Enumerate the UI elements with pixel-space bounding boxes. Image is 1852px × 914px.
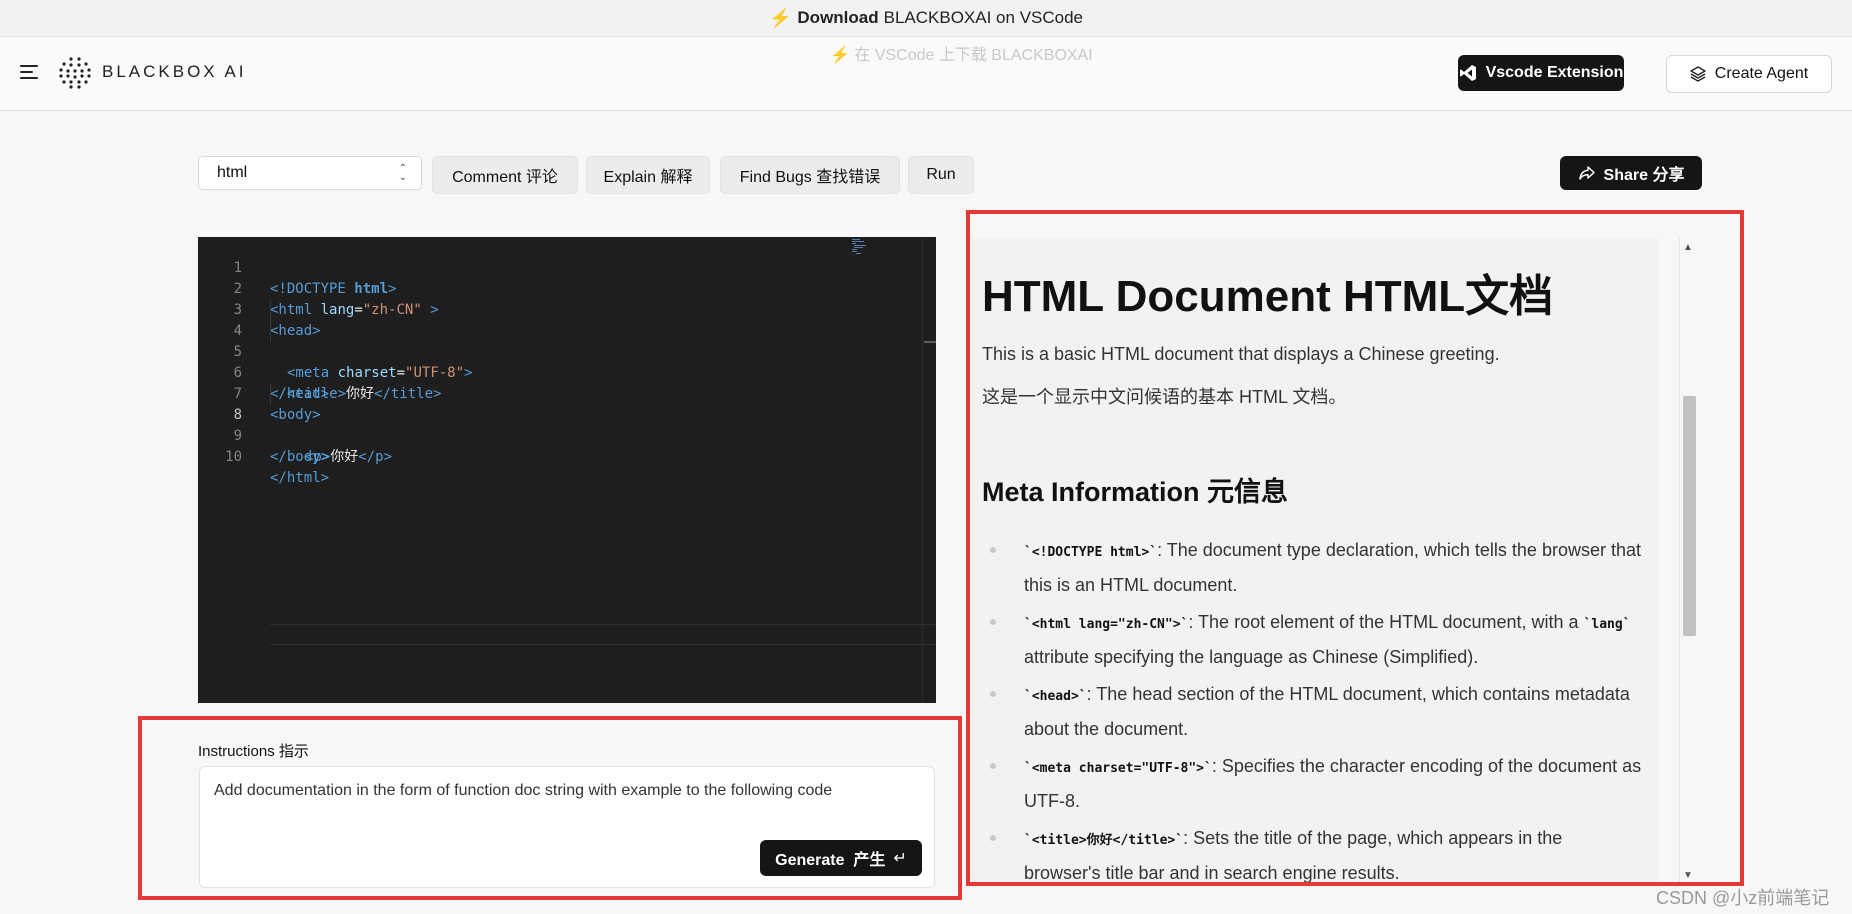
instructions-label: Instructions 指示 bbox=[198, 743, 309, 760]
vscode-extension-button[interactable]: Vscode Extension bbox=[1458, 55, 1624, 91]
code-line: 9 </body> bbox=[233, 428, 330, 465]
site-header: ⚡ 在 VSCode 上下载 BLACKBOXAI BLACKBOX AI Vs… bbox=[0, 37, 1852, 111]
list-item: `<head>`: The head section of the HTML d… bbox=[982, 678, 1642, 745]
meta-heading: Meta Information 元信息 bbox=[982, 477, 1289, 507]
code-line: 5 <title>你好</title> bbox=[198, 321, 441, 402]
output-intro-en: This is a basic HTML document that displ… bbox=[982, 344, 1500, 364]
share-label: Share 分享 bbox=[1603, 167, 1685, 184]
lightning-icon: ⚡ bbox=[768, 7, 792, 28]
vscode-extension-label: Vscode Extension bbox=[1485, 64, 1624, 81]
banner-ghost-text: ⚡ 在 VSCode 上下载 BLACKBOXAI bbox=[830, 47, 1093, 64]
code-line-current: 8 <p>你好</p> bbox=[198, 384, 392, 465]
layers-icon bbox=[1690, 66, 1706, 82]
instructions-text[interactable]: Add documentation in the form of functio… bbox=[214, 782, 832, 800]
hamburger-menu-icon[interactable] bbox=[20, 65, 38, 79]
code-line: 1 <!DOCTYPE html> bbox=[233, 260, 397, 297]
current-line-highlight bbox=[270, 624, 936, 645]
banner-prefix: Download bbox=[797, 8, 879, 27]
download-banner[interactable]: ⚡ Download BLACKBOXAI on VSCode bbox=[0, 0, 1852, 37]
vscode-icon bbox=[1459, 65, 1476, 81]
list-item: `<!DOCTYPE html>`: The document type dec… bbox=[982, 534, 1642, 601]
share-button[interactable]: Share 分享 bbox=[1560, 156, 1702, 190]
code-line: 4 <meta charset="UTF-8"> bbox=[198, 300, 472, 381]
explain-button[interactable]: Explain 解释 bbox=[586, 156, 710, 194]
code-line: 2 <html lang="zh-CN" > bbox=[233, 281, 439, 318]
generate-button[interactable]: Generate 产生 ↵ bbox=[760, 840, 922, 876]
banner-text: BLACKBOXAI on VSCode bbox=[883, 8, 1084, 27]
blackbox-logo-icon bbox=[59, 57, 91, 89]
code-line: 3 <head> bbox=[233, 302, 321, 339]
run-label: Run bbox=[926, 166, 956, 183]
output-panel[interactable]: HTML Document HTML文档 This is a basic HTM… bbox=[970, 238, 1659, 882]
output-scroll-thumb[interactable] bbox=[1683, 396, 1696, 636]
find-bugs-label: Find Bugs 查找错误 bbox=[739, 169, 881, 186]
chevron-updown-icon: ⌃ ⌄ bbox=[398, 163, 407, 183]
comment-label: Comment 评论 bbox=[452, 169, 558, 186]
generate-label: Generate 产生 bbox=[775, 852, 886, 869]
output-title: HTML Document HTML文档 bbox=[982, 272, 1554, 321]
create-agent-button[interactable]: Create Agent bbox=[1666, 55, 1832, 93]
explain-label: Explain 解释 bbox=[603, 169, 693, 186]
code-line: 7 <body> bbox=[233, 386, 321, 423]
brand-name[interactable]: BLACKBOX AI bbox=[102, 62, 247, 82]
find-bugs-button[interactable]: Find Bugs 查找错误 bbox=[720, 156, 900, 194]
editor-scroll-marker bbox=[924, 341, 936, 343]
language-select-value: html bbox=[217, 164, 248, 181]
list-item: `<meta charset="UTF-8">`: Specifies the … bbox=[982, 750, 1642, 817]
scroll-down-arrow-icon[interactable]: ▼ bbox=[1683, 870, 1693, 881]
list-item: `<html lang="zh-CN">`: The root element … bbox=[982, 606, 1642, 673]
share-icon bbox=[1578, 166, 1595, 180]
language-select[interactable]: html ⌃ ⌄ bbox=[198, 156, 422, 190]
output-intro-zh: 这是一个显示中文问候语的基本 HTML 文档。 bbox=[982, 387, 1347, 407]
create-agent-label: Create Agent bbox=[1714, 65, 1809, 82]
code-line: 6 </head> bbox=[233, 365, 330, 402]
return-icon: ↵ bbox=[893, 850, 907, 867]
code-editor[interactable]: 1 <!DOCTYPE html> 2 <html lang="zh-CN" >… bbox=[198, 237, 936, 703]
editor-scrollbar[interactable] bbox=[922, 237, 936, 703]
code-minimap[interactable] bbox=[852, 239, 870, 255]
code-line: 10 </html> bbox=[225, 449, 330, 486]
list-item: `<title>你好</title>`: Sets the title of t… bbox=[982, 822, 1642, 882]
comment-button[interactable]: Comment 评论 bbox=[432, 156, 578, 194]
watermark: CSDN @小z前端笔记 bbox=[1656, 888, 1830, 908]
run-button[interactable]: Run bbox=[908, 156, 974, 194]
scroll-up-arrow-icon[interactable]: ▲ bbox=[1683, 242, 1693, 253]
